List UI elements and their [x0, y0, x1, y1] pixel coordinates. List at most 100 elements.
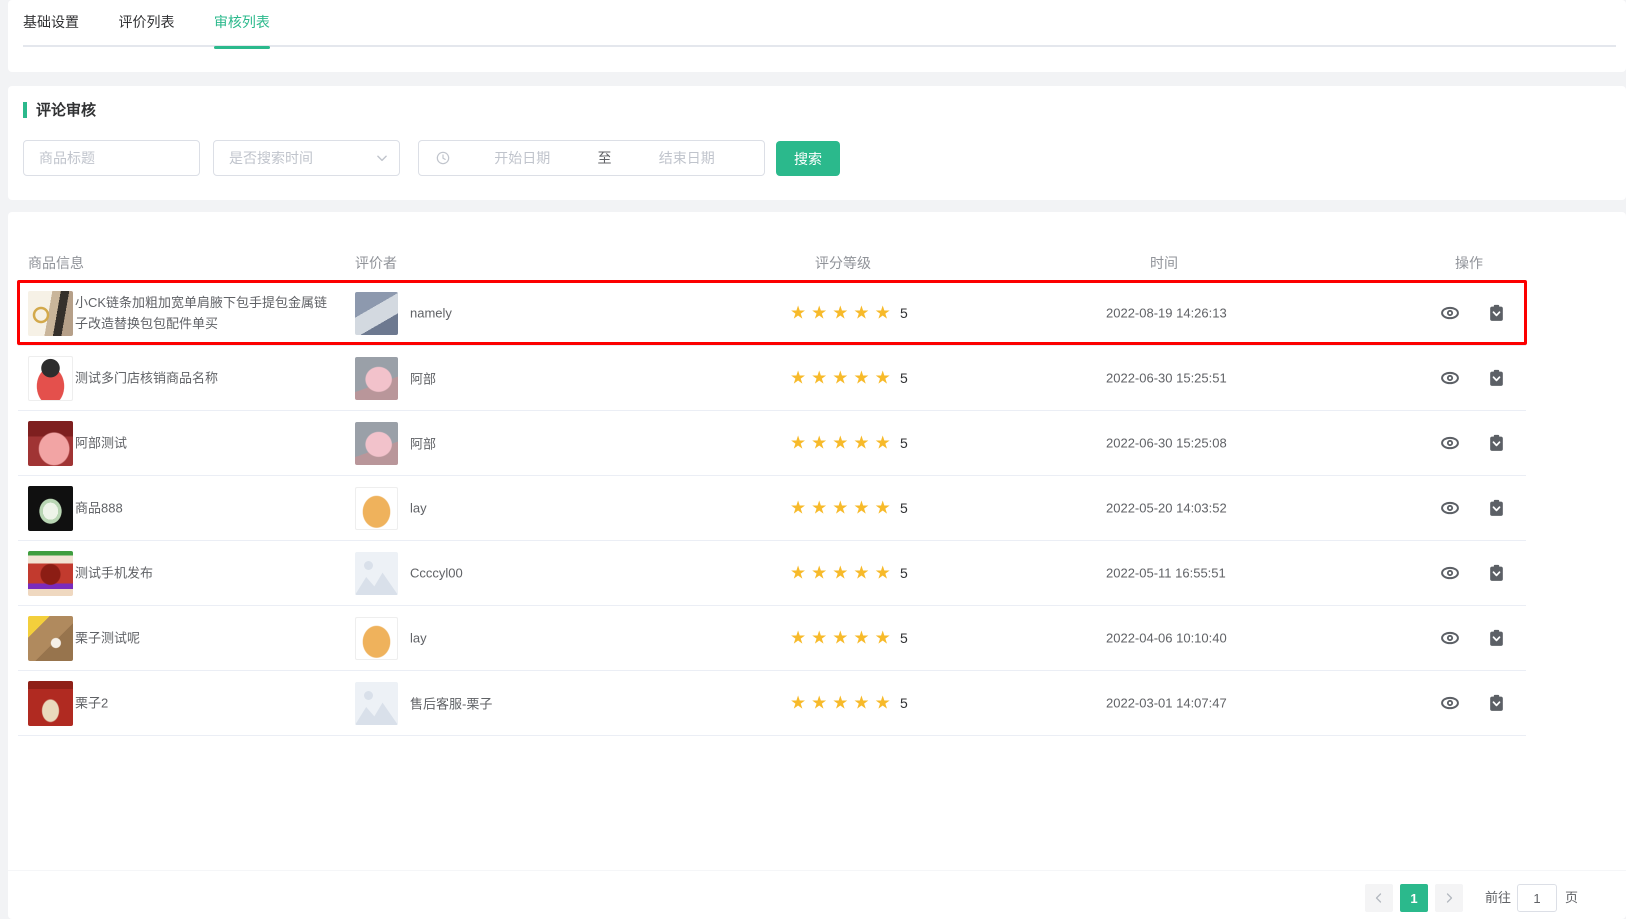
column-time: 时间 — [1150, 253, 1178, 273]
star-icon: ★ — [853, 628, 874, 648]
rating-stars: ★★★★★ — [790, 563, 896, 584]
time-search-select[interactable]: 是否搜索时间 — [213, 140, 400, 176]
product-title: 小CK链条加粗加宽单肩腋下包手提包金属链子改造替换包包配件单买 — [75, 292, 333, 334]
table-row: 阿部测试 阿部 ★★★★★ 5 2022-06-30 15:25:08 — [18, 411, 1526, 476]
star-icon: ★ — [811, 563, 832, 583]
star-icon: ★ — [832, 368, 853, 388]
view-icon[interactable] — [1438, 496, 1462, 520]
review-time: 2022-04-06 10:10:40 — [1106, 631, 1227, 646]
view-icon[interactable] — [1438, 691, 1462, 715]
table-row: 测试手机发布 Ccccyl00 ★★★★★ 5 2022-05-11 16:55… — [18, 541, 1526, 606]
page-unit-label: 页 — [1565, 884, 1578, 912]
product-title: 测试多门店核销商品名称 — [75, 368, 333, 389]
table-row: 栗子2 售后客服-栗子 ★★★★★ 5 2022-03-01 14:07:47 — [18, 671, 1526, 736]
audit-icon[interactable] — [1485, 627, 1508, 650]
date-range-picker[interactable]: 开始日期 至 结束日期 — [418, 140, 765, 176]
star-icon: ★ — [811, 303, 832, 323]
rating-stars: ★★★★★ — [790, 433, 896, 454]
star-icon: ★ — [811, 628, 832, 648]
star-icon: ★ — [853, 368, 874, 388]
table-row: 测试多门店核销商品名称 阿部 ★★★★★ 5 2022-06-30 15:25:… — [18, 346, 1526, 411]
goto-page-input[interactable] — [1517, 884, 1557, 912]
star-icon: ★ — [853, 693, 874, 713]
page-number-active[interactable]: 1 — [1400, 884, 1428, 912]
star-icon: ★ — [875, 563, 896, 583]
search-button[interactable]: 搜索 — [776, 141, 840, 176]
product-title-input[interactable] — [24, 141, 199, 175]
title-accent-bar — [23, 102, 27, 118]
column-actions: 操作 — [1455, 253, 1483, 273]
rating-stars: ★★★★★ — [790, 628, 896, 649]
table-header: 商品信息 评价者 评分等级 时间 操作 — [18, 245, 1526, 281]
tab-review-list[interactable]: 评价列表 — [118, 0, 174, 47]
section-title-text: 评论审核 — [36, 99, 96, 120]
star-icon: ★ — [790, 433, 811, 453]
start-date-placeholder[interactable]: 开始日期 — [455, 148, 590, 168]
time-search-select-placeholder: 是否搜索时间 — [229, 148, 313, 168]
view-icon[interactable] — [1438, 366, 1462, 390]
star-icon: ★ — [875, 693, 896, 713]
star-icon: ★ — [875, 498, 896, 518]
star-icon: ★ — [832, 693, 853, 713]
rating-value: 5 — [900, 370, 908, 386]
reviewer-avatar — [355, 617, 398, 660]
view-icon[interactable] — [1438, 431, 1462, 455]
view-icon[interactable] — [1438, 561, 1462, 585]
star-icon: ★ — [790, 303, 811, 323]
table-row: 小CK链条加粗加宽单肩腋下包手提包金属链子改造替换包包配件单买 namely ★… — [18, 281, 1526, 346]
filter-card: 评论审核 是否搜索时间 开始日期 至 结束日期 搜索 — [8, 86, 1626, 200]
chevron-down-icon — [375, 151, 389, 165]
star-icon: ★ — [790, 368, 811, 388]
product-title-field — [23, 140, 200, 176]
view-icon[interactable] — [1438, 626, 1462, 650]
reviewer-name: 售后客服-栗子 — [410, 694, 492, 713]
product-title: 栗子2 — [75, 693, 333, 714]
star-icon: ★ — [832, 303, 853, 323]
table-card: 商品信息 评价者 评分等级 时间 操作 小CK链条加粗加宽单肩腋下包手提包金属链… — [8, 212, 1626, 919]
tab-basic-settings[interactable]: 基础设置 — [23, 0, 79, 47]
prev-page-button[interactable] — [1365, 884, 1393, 912]
reviewer-name: 阿部 — [410, 369, 436, 388]
star-icon: ★ — [790, 628, 811, 648]
reviewer-name: lay — [410, 501, 427, 516]
rating-value: 5 — [900, 305, 908, 321]
end-date-placeholder[interactable]: 结束日期 — [620, 148, 755, 168]
goto-page-label: 前往 — [1485, 884, 1511, 912]
next-page-button[interactable] — [1435, 884, 1463, 912]
tab-audit-list[interactable]: 审核列表 — [214, 0, 270, 47]
rating-value: 5 — [900, 500, 908, 516]
audit-icon[interactable] — [1485, 562, 1508, 585]
product-image — [28, 356, 73, 401]
clock-icon — [435, 150, 451, 166]
audit-icon[interactable] — [1485, 692, 1508, 715]
reviewer-name: 阿部 — [410, 434, 436, 453]
star-icon: ★ — [832, 498, 853, 518]
product-image — [28, 486, 73, 531]
table-row: 商品888 lay ★★★★★ 5 2022-05-20 14:03:52 — [18, 476, 1526, 541]
column-reviewer: 评价者 — [355, 253, 397, 273]
reviewer-avatar — [355, 422, 398, 465]
product-image — [28, 551, 73, 596]
reviewer-avatar — [355, 682, 398, 725]
review-time: 2022-03-01 14:07:47 — [1106, 696, 1227, 711]
reviewer-name: namely — [410, 306, 452, 321]
product-image — [28, 421, 73, 466]
audit-icon[interactable] — [1485, 432, 1508, 455]
product-title: 商品888 — [75, 498, 333, 519]
product-title: 阿部测试 — [75, 433, 333, 454]
chevron-right-icon — [1443, 892, 1455, 904]
audit-icon[interactable] — [1485, 302, 1508, 325]
star-icon: ★ — [875, 303, 896, 323]
reviewer-avatar — [355, 487, 398, 530]
audit-icon[interactable] — [1485, 497, 1508, 520]
view-icon[interactable] — [1438, 301, 1462, 325]
review-time: 2022-06-30 15:25:08 — [1106, 436, 1227, 451]
star-icon: ★ — [832, 433, 853, 453]
section-title: 评论审核 — [23, 99, 96, 120]
review-time: 2022-05-11 16:55:51 — [1106, 566, 1226, 581]
column-rating: 评分等级 — [815, 253, 871, 273]
reviewer-name: lay — [410, 631, 427, 646]
product-image — [28, 291, 73, 336]
audit-icon[interactable] — [1485, 367, 1508, 390]
star-icon: ★ — [811, 693, 832, 713]
